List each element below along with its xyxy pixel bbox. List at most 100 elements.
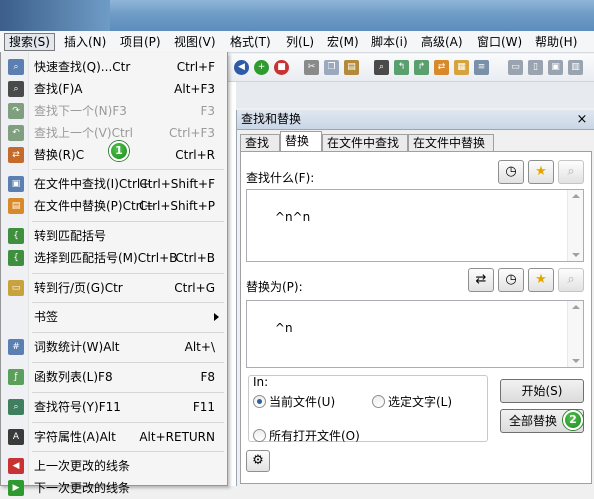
menu-6[interactable]: 宏(M) xyxy=(323,33,363,51)
clock-icon: ◷ xyxy=(505,272,517,287)
menu-separator xyxy=(32,169,224,170)
find-next-toolbar-icon[interactable]: ↱ xyxy=(414,60,429,75)
swap-icon: ⇄ xyxy=(475,272,487,287)
editor-area[interactable] xyxy=(228,82,236,486)
menu-item-shortcut: F3 xyxy=(200,104,215,118)
star-icon: ★ xyxy=(535,164,547,179)
menu-3[interactable]: 视图(V) xyxy=(170,33,220,51)
find-in-files-icon: ▣ xyxy=(8,176,24,192)
add-icon[interactable]: + xyxy=(254,60,269,75)
clock-icon: ◷ xyxy=(505,164,517,179)
start-button[interactable]: 开始(S) xyxy=(500,379,584,403)
panel-title: 查找和替换 xyxy=(237,110,594,130)
window-cascade-icon[interactable]: ▣ xyxy=(548,60,563,75)
menu-separator xyxy=(32,362,224,363)
replace-input-scrollbar[interactable] xyxy=(567,301,583,367)
document-icon[interactable]: ▦ xyxy=(454,60,469,75)
menu-separator xyxy=(32,221,224,222)
search-menu-item-14[interactable]: A 字符属性(A)Alt Alt+RETURN xyxy=(1,426,227,448)
find-input-scrollbar[interactable] xyxy=(567,190,583,261)
tab-replace[interactable]: 替换 xyxy=(280,131,322,152)
search-menu-item-13[interactable]: ⌕ 查找符号(Y)F11 F11 xyxy=(1,396,227,418)
menu-item-label: 查找符号(Y)F11 xyxy=(34,400,121,414)
menubar: 搜索(S) 插入(N) 项目(P) 视图(V) 格式(T) 列(L) 宏(M) 脚本(i) 高级… xyxy=(0,31,594,53)
nav-back-icon[interactable]: ◀ xyxy=(234,60,249,75)
binoculars-icon: ⌕ xyxy=(8,81,24,97)
menu-separator xyxy=(32,302,224,303)
menu-separator xyxy=(32,422,224,423)
find-what-input[interactable]: ^n^n xyxy=(246,189,584,262)
cut-icon[interactable]: ✂ xyxy=(304,60,319,75)
menu-item-label: 下一次更改的线条 xyxy=(34,481,131,495)
find-what-label: 查找什么(F): xyxy=(246,171,315,185)
search-menu-item-5[interactable]: ▣ 在文件中查找(I)Ctrl+ Ctrl+Shift+F xyxy=(1,173,227,195)
search-menu-item-16[interactable]: ▶ 下一次更改的线条 xyxy=(1,477,227,499)
menu-7[interactable]: 脚本(i) xyxy=(367,33,412,51)
menu-8[interactable]: 高级(A) xyxy=(417,33,467,51)
paste-icon[interactable]: ▤ xyxy=(344,60,359,75)
window-more-icon[interactable]: ▥ xyxy=(568,60,583,75)
radio-selection-label[interactable]: 选定文字(L) xyxy=(388,393,452,410)
search-menu-item-10[interactable]: 书签 xyxy=(1,306,227,328)
word-count-icon: # xyxy=(8,339,24,355)
replace-history-clock-button[interactable]: ◷ xyxy=(498,268,524,292)
replace-favorites-star-button[interactable]: ★ xyxy=(528,268,554,292)
menu-item-shortcut: F11 xyxy=(192,400,215,414)
settings-gear-button[interactable]: ⚙ xyxy=(246,450,270,472)
menu-2[interactable]: 项目(P) xyxy=(116,33,165,51)
search-menu-item-7[interactable]: {转到匹配括号 xyxy=(1,225,227,247)
menu-1[interactable]: 插入(N) xyxy=(60,33,110,51)
radio-current-file[interactable] xyxy=(253,395,266,408)
menu-5[interactable]: 列(L) xyxy=(282,33,318,51)
swap-button[interactable]: ⇄ xyxy=(468,268,494,292)
match-brace-icon: { xyxy=(8,228,24,244)
find-search-button[interactable]: ⌕ xyxy=(558,160,584,184)
function-list-icon: ƒ xyxy=(8,369,24,385)
window-split-icon[interactable]: ▯ xyxy=(528,60,543,75)
menu-separator xyxy=(32,392,224,393)
radio-current-file-label[interactable]: 当前文件(U) xyxy=(269,393,335,410)
search-menu-item-0[interactable]: ⌕ 快速查找(Q)...Ctr Ctrl+F xyxy=(1,56,227,78)
radio-all-open-files-label[interactable]: 所有打开文件(O) xyxy=(269,427,360,444)
search-menu-item-12[interactable]: ƒ 函数列表(L)F8 F8 xyxy=(1,366,227,388)
find-icon[interactable]: ⌕ xyxy=(374,60,389,75)
menu-4[interactable]: 格式(T) xyxy=(226,33,275,51)
search-menu-item-3[interactable]: ↶ 查找上一个(V)Ctrl Ctrl+F3 xyxy=(1,122,227,144)
tab-replace-in-files[interactable]: 在文件中替换 xyxy=(408,134,494,152)
list-icon[interactable]: ≡ xyxy=(474,60,489,75)
menu-item-shortcut: Ctrl+F3 xyxy=(169,126,215,140)
replace-toolbar-icon[interactable]: ⇄ xyxy=(434,60,449,75)
window-tile-icon[interactable]: ▭ xyxy=(508,60,523,75)
search-menu-item-1[interactable]: ⌕ 查找(F)A Alt+F3 xyxy=(1,78,227,100)
menu-0[interactable]: 搜索(S) xyxy=(4,33,55,51)
find-what-value: ^n^n xyxy=(274,210,311,224)
toolbar: ◀ + ■ ✂ ❐ ▤ ⌕ ↰ ↱ ⇄ ▦ ≡ ▭ ▯ ▣ ▥ xyxy=(228,54,594,82)
radio-all-open-files[interactable] xyxy=(253,429,266,442)
replace-with-input[interactable]: ^n xyxy=(246,300,584,368)
tab-find[interactable]: 查找 xyxy=(240,134,280,152)
search-menu-item-2[interactable]: ↷ 查找下一个(N)F3 F3 xyxy=(1,100,227,122)
menu-item-shortcut: Alt+\ xyxy=(184,340,215,354)
radio-selection[interactable] xyxy=(372,395,385,408)
callout-badge-1: 1 xyxy=(109,141,129,161)
menu-10[interactable]: 帮助(H) xyxy=(531,33,581,51)
favorites-star-button[interactable]: ★ xyxy=(528,160,554,184)
search-menu-item-15[interactable]: ◀ 上一次更改的线条 xyxy=(1,455,227,477)
menu-item-shortcut: F8 xyxy=(200,370,215,384)
find-prev-toolbar-icon[interactable]: ↰ xyxy=(394,60,409,75)
star-icon: ★ xyxy=(535,272,547,287)
stop-icon[interactable]: ■ xyxy=(274,60,289,75)
search-menu-item-8[interactable]: {选择到匹配括号(M)Ctrl+B Ctrl+B xyxy=(1,247,227,269)
search-menu-item-11[interactable]: # 词数统计(W)Alt Alt+\ xyxy=(1,336,227,358)
search-menu-item-9[interactable]: ▭ 转到行/页(G)Ctr Ctrl+G xyxy=(1,277,227,299)
search-menu-item-6[interactable]: ▤ 在文件中替换(P)Ctrl+ Ctrl+Shift+P xyxy=(1,195,227,217)
replace-with-value: ^n xyxy=(274,321,293,335)
replace-search-button[interactable]: ⌕ xyxy=(558,268,584,292)
menu-item-shortcut: Ctrl+B xyxy=(175,251,215,265)
find-replace-panel: 查找和替换 × 查找 替换 在文件中查找 在文件中替换 查找什么(F): ◷ ★… xyxy=(236,110,594,486)
menu-9[interactable]: 窗口(W) xyxy=(473,33,526,51)
close-icon[interactable]: × xyxy=(576,110,588,130)
history-clock-button[interactable]: ◷ xyxy=(498,160,524,184)
tab-find-in-files[interactable]: 在文件中查找 xyxy=(322,134,408,152)
copy-icon[interactable]: ❐ xyxy=(324,60,339,75)
